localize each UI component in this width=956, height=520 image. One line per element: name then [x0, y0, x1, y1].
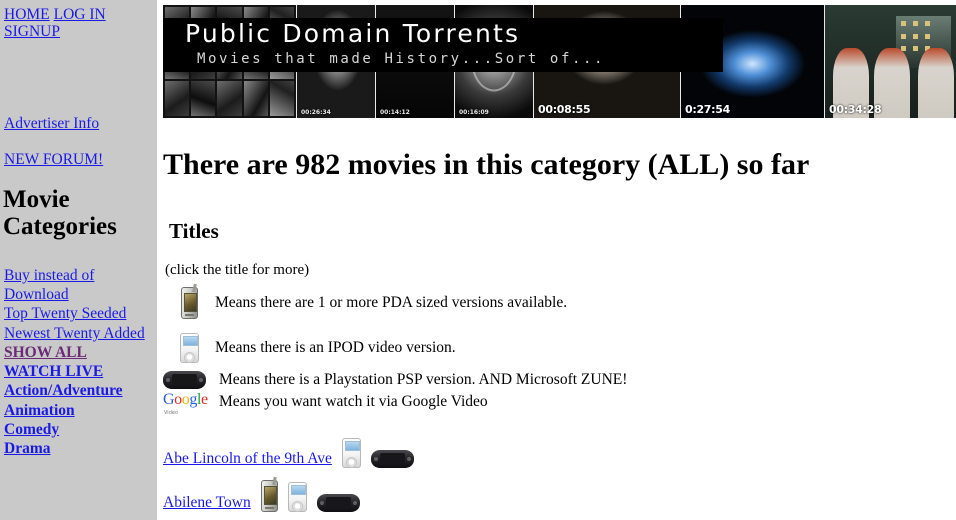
movie-categories-heading: Movie Categories — [3, 186, 153, 240]
sidebar-item-animation[interactable]: Animation — [4, 401, 156, 420]
sidebar: HOMELOG IN SIGNUP Advertiser Info NEW FO… — [0, 0, 157, 520]
pda-icon-wrap — [163, 287, 215, 319]
thumb-timestamp: 0:27:54 — [685, 103, 730, 116]
legend-row-pda: Means there are 1 or more PDA sized vers… — [163, 281, 956, 325]
site-banner[interactable]: 00:26:34 00:14:12 00:16:09 00:08:55 0:27… — [163, 5, 956, 118]
main-content: There are 982 movies in this category (A… — [163, 126, 956, 515]
psp-icon — [317, 494, 360, 512]
banner-subtitle: Movies that made History...Sort of... — [197, 51, 605, 67]
film-frame — [217, 81, 241, 116]
legend-text-ipod: Means there is an IPOD video version. — [215, 339, 456, 357]
legend-text-pda: Means there are 1 or more PDA sized vers… — [215, 294, 567, 312]
thumb-timestamp: 00:26:34 — [301, 109, 331, 116]
banner-thumb-control-room: 00:34:28 — [825, 5, 956, 118]
new-forum-link[interactable]: NEW FORUM! — [4, 151, 103, 168]
new-forum: NEW FORUM! — [4, 151, 103, 169]
google-letter-e: e — [201, 391, 208, 408]
nav-link-signup[interactable]: SIGNUP — [4, 23, 60, 40]
titles-heading: Titles — [163, 181, 956, 244]
legend-row-psp: Means there is a Playstation PSP version… — [163, 369, 956, 391]
legend-row-ipod: Means there is an IPOD video version. — [163, 327, 956, 369]
nav-link-login[interactable]: LOG IN — [54, 6, 106, 23]
format-legend: Means there are 1 or more PDA sized vers… — [163, 279, 956, 413]
pda-icon — [261, 480, 278, 512]
sidebar-item-show-all[interactable]: SHOW ALL — [4, 343, 156, 362]
sidebar-item-newest-twenty-added[interactable]: Newest Twenty Added — [4, 324, 156, 343]
movie-title-link[interactable]: Abe Lincoln of the 9th Ave — [163, 450, 332, 471]
page-root: HOMELOG IN SIGNUP Advertiser Info NEW FO… — [0, 0, 956, 520]
sidebar-item-buy-instead-of-download[interactable]: Buy instead of Download — [4, 266, 156, 304]
thumb-timestamp: 00:14:12 — [380, 109, 410, 116]
psp-icon — [371, 450, 414, 468]
crew-figure — [918, 48, 954, 118]
ipod-icon-wrap — [163, 333, 215, 363]
film-frame — [165, 81, 189, 116]
click-hint: (click the title for more) — [163, 244, 956, 279]
ipod-icon — [342, 438, 361, 468]
google-video-sublabel: Video — [164, 405, 178, 421]
movie-title-link[interactable]: Abilene Town — [163, 494, 251, 515]
ipod-icon — [288, 482, 307, 512]
psp-icon-wrap — [163, 371, 219, 389]
legend-text-google-video: Means you want watch it via Google Video — [219, 393, 488, 411]
top-nav: HOMELOG IN SIGNUP — [0, 0, 157, 41]
psp-icon — [163, 371, 206, 389]
google-letter-g2: g — [189, 391, 197, 408]
movie-list: Abe Lincoln of the 9th Ave Abilene Town — [163, 413, 956, 515]
google-video-icon-wrap: GoogleVideo — [163, 392, 219, 412]
page-title: There are 982 movies in this category (A… — [163, 126, 956, 181]
legend-text-psp: Means there is a Playstation PSP version… — [219, 371, 627, 389]
sidebar-item-watch-live[interactable]: WATCH LIVE — [4, 362, 156, 381]
pda-icon — [181, 287, 198, 319]
film-frame — [270, 81, 294, 116]
movie-format-badges — [332, 438, 414, 471]
legend-row-google-video: GoogleVideo Means you want watch it via … — [163, 391, 956, 413]
advertiser-info-link[interactable]: Advertiser Info — [4, 115, 99, 132]
sidebar-item-action-adventure[interactable]: Action/Adventure — [4, 381, 156, 400]
list-item: Abilene Town — [163, 471, 956, 515]
thumb-timestamp: 00:34:28 — [829, 103, 881, 116]
nav-link-home[interactable]: HOME — [4, 6, 50, 23]
sidebar-item-top-twenty-seeded[interactable]: Top Twenty Seeded — [4, 304, 156, 323]
film-frame — [244, 81, 268, 116]
film-frame — [191, 81, 215, 116]
sidebar-item-comedy[interactable]: Comedy — [4, 420, 156, 439]
advertiser-info: Advertiser Info — [4, 115, 99, 133]
ipod-icon — [180, 333, 199, 363]
banner-title: Public Domain Torrents — [185, 19, 520, 48]
list-item: Abe Lincoln of the 9th Ave — [163, 427, 956, 471]
thumb-timestamp: 00:16:09 — [459, 109, 489, 116]
category-link-list: Buy instead of Download Top Twenty Seede… — [4, 266, 156, 458]
movie-format-badges — [251, 480, 360, 515]
google-video-icon: GoogleVideo — [163, 392, 209, 412]
sidebar-item-drama[interactable]: Drama — [4, 439, 156, 458]
thumb-timestamp: 00:08:55 — [538, 103, 590, 116]
